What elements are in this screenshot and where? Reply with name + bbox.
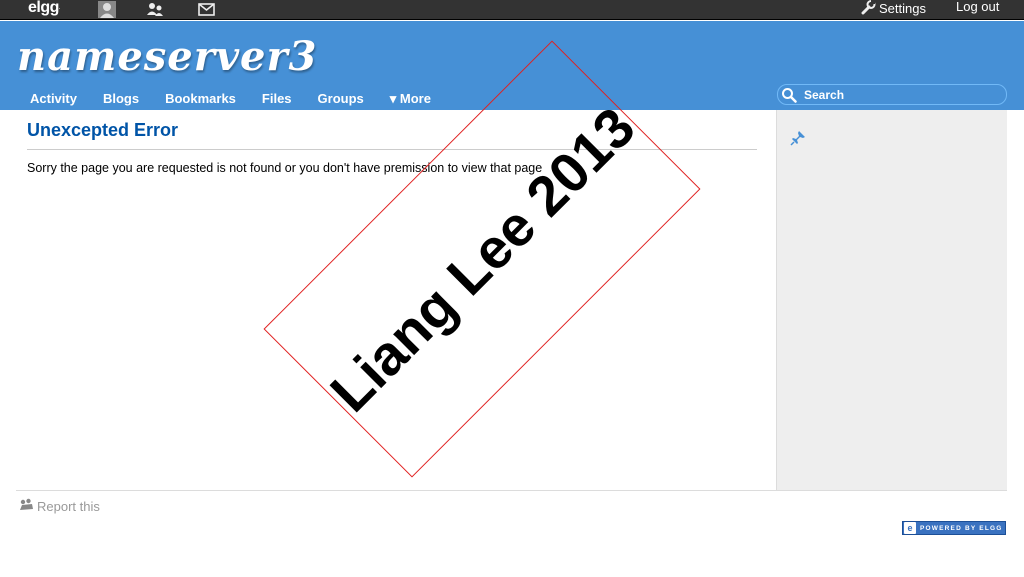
wrench-icon: [860, 0, 876, 18]
settings-link[interactable]: Settings: [860, 0, 926, 18]
report-icon: [19, 498, 34, 514]
title-divider: [27, 149, 757, 150]
settings-label: Settings: [879, 1, 926, 16]
search-icon: [781, 87, 797, 103]
elgg-e-icon: e: [904, 522, 916, 534]
powered-badge-text: POWERED BY ELGG: [920, 524, 1003, 532]
powered-by-elgg-badge[interactable]: e POWERED BY ELGG: [902, 521, 1006, 535]
report-label: Report this: [37, 498, 100, 514]
search-input[interactable]: [804, 87, 1000, 102]
error-message: Sorry the page you are requested is not …: [27, 161, 543, 175]
page-body: Unexcepted Error Sorry the page you are …: [16, 110, 1007, 491]
logout-label: Log out: [956, 0, 1000, 14]
page-title: Unexcepted Error: [27, 120, 179, 140]
nav-item-activity[interactable]: Activity: [0, 89, 90, 109]
report-this-link[interactable]: Report this: [19, 498, 100, 514]
logout-link[interactable]: Log out: [956, 0, 999, 14]
nav-item-groups[interactable]: Groups: [305, 89, 377, 109]
pin-icon[interactable]: [790, 130, 806, 149]
nav-item-files[interactable]: Files: [249, 89, 305, 109]
site-name[interactable]: nameserver3: [17, 31, 317, 83]
site-header: nameserver3 Activity Blogs Bookmarks Fil…: [0, 21, 1024, 110]
main-content: Unexcepted Error Sorry the page you are …: [16, 110, 776, 490]
friends-icon[interactable]: [145, 0, 165, 18]
nav-item-blogs[interactable]: Blogs: [90, 89, 152, 109]
elgg-logo-text: elgg: [28, 0, 59, 16]
messages-icon[interactable]: [196, 0, 216, 18]
search-box: [777, 84, 1007, 105]
nav-item-more[interactable]: ▾ More: [377, 89, 444, 109]
nav-item-bookmarks[interactable]: Bookmarks: [152, 89, 249, 109]
sidebar: [776, 110, 1007, 490]
topbar: elgg. Settings Log out: [0, 0, 1024, 20]
profile-icon[interactable]: [97, 0, 117, 18]
site-menu: Activity Blogs Bookmarks Files Groups ▾ …: [0, 89, 444, 109]
elgg-logo[interactable]: elgg.: [28, 0, 61, 18]
elgg-logo-mark: .: [58, 5, 61, 11]
